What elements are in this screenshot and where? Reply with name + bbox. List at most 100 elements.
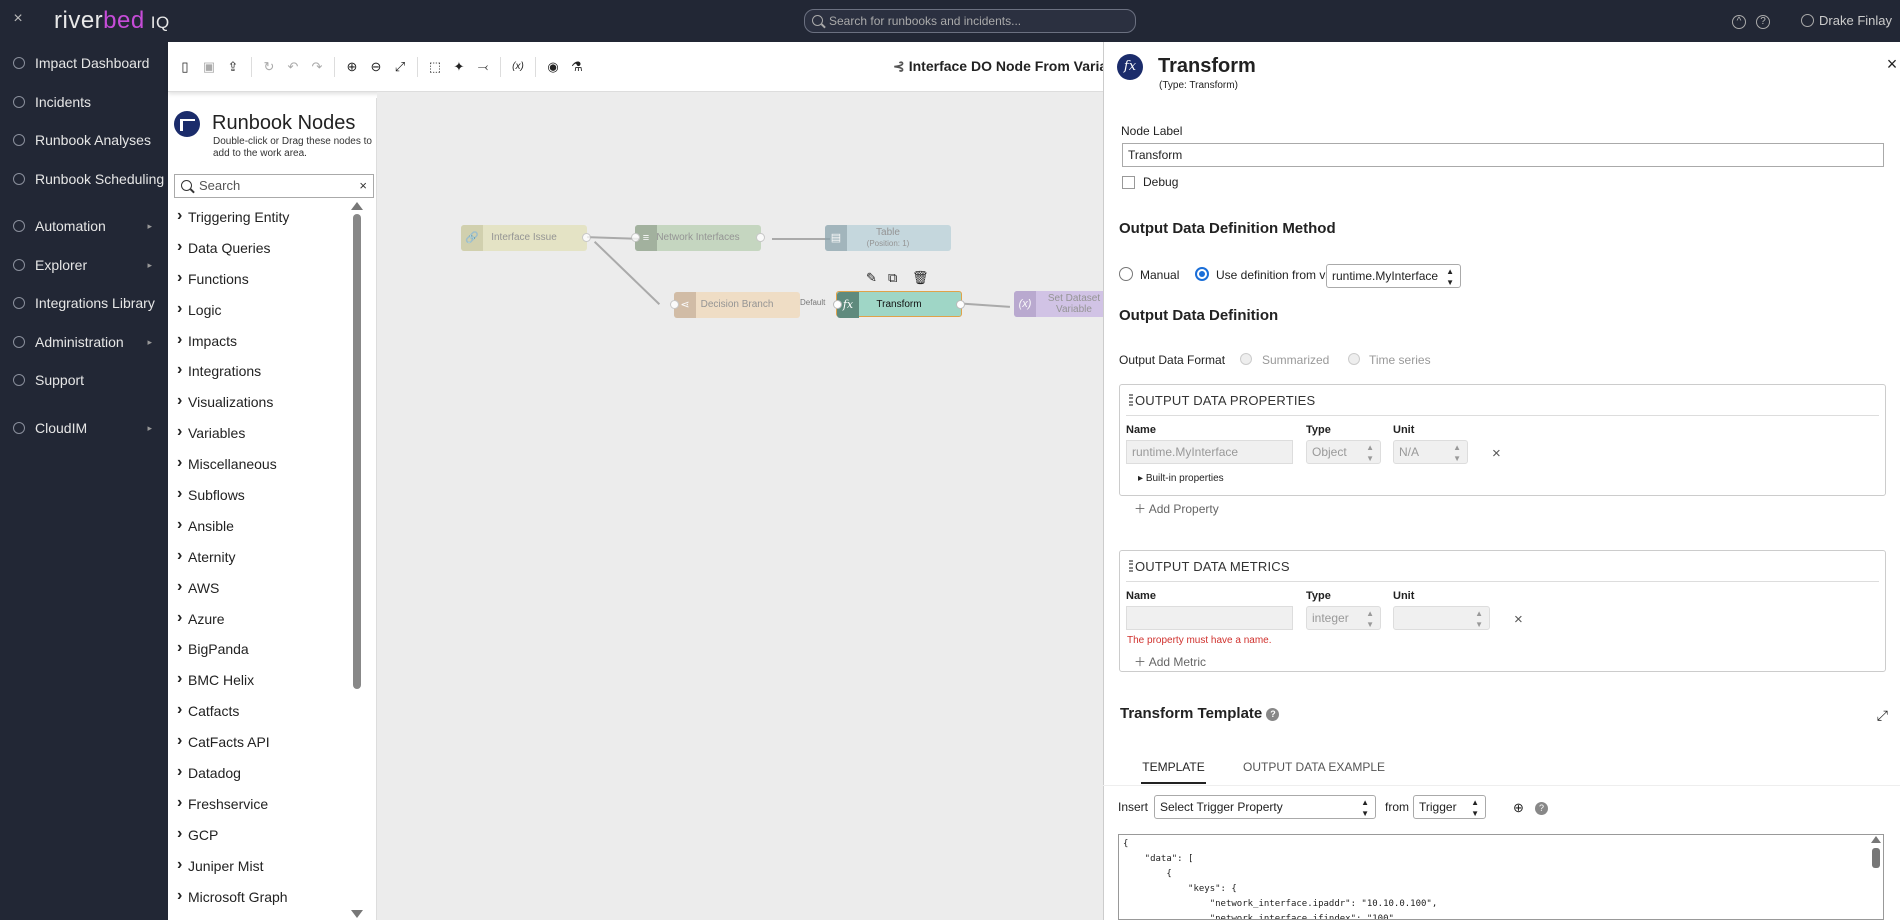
metric-unit-select[interactable]: ▲ ▼	[1393, 606, 1490, 630]
redo-icon[interactable]: ↷	[308, 58, 326, 76]
metric-name-input[interactable]	[1126, 606, 1293, 630]
tab-template[interactable]: TEMPLATE	[1141, 750, 1206, 784]
scroll-up-arrow-icon[interactable]	[1871, 836, 1881, 843]
drag-handle-icon[interactable]	[1129, 394, 1133, 406]
category-bigpanda[interactable]: BigPanda	[168, 633, 350, 665]
category-catfacts-api[interactable]: CatFacts API	[168, 726, 350, 758]
use-definition-radio[interactable]	[1195, 267, 1209, 281]
input-port[interactable]	[670, 300, 679, 309]
category-datadog[interactable]: Datadog	[168, 757, 350, 789]
category-data-queries[interactable]: Data Queries	[168, 232, 350, 264]
category-bmc-helix[interactable]: BMC Helix	[168, 664, 350, 696]
nav-runbook-analyses[interactable]: Runbook Analyses	[0, 121, 168, 160]
close-icon[interactable]: ×	[10, 11, 26, 27]
nav-automation[interactable]: Automation ▸	[0, 207, 168, 246]
nav-impact-dashboard[interactable]: Impact Dashboard	[0, 44, 168, 83]
builtin-properties-toggle[interactable]: ▸ Built-in properties	[1138, 473, 1224, 484]
nav-runbook-scheduling[interactable]: Runbook Scheduling	[0, 160, 168, 199]
help-icon[interactable]: ?	[1266, 708, 1280, 721]
category-aternity[interactable]: Aternity	[168, 541, 350, 573]
test-flask-icon[interactable]: ⚗	[568, 58, 586, 76]
category-subflows[interactable]: Subflows	[168, 479, 350, 511]
tab-output-data-example[interactable]: OUTPUT DATA EXAMPLE	[1243, 750, 1385, 784]
duplicate-node-icon[interactable]: ⧉	[888, 270, 897, 286]
new-file-icon[interactable]: ▯	[176, 58, 194, 76]
add-metric-button[interactable]: ＋ Add Metric	[1134, 653, 1206, 670]
help-icon[interactable]: ?	[1535, 802, 1548, 815]
category-microsoft-graph[interactable]: Microsoft Graph	[168, 881, 350, 913]
clear-search-icon[interactable]: ×	[359, 175, 367, 197]
output-port[interactable]	[956, 300, 965, 309]
category-miscellaneous[interactable]: Miscellaneous	[168, 448, 350, 480]
scroll-thumb[interactable]	[1872, 848, 1880, 868]
category-ansible[interactable]: Ansible	[168, 510, 350, 542]
zoom-out-icon[interactable]: ⊖	[367, 58, 385, 76]
summarized-radio[interactable]	[1240, 353, 1252, 365]
node-interface-issue[interactable]: 🔗 Interface Issue	[461, 225, 591, 251]
help-icon[interactable]: ?	[1756, 15, 1770, 29]
node-label-input[interactable]: Transform	[1122, 143, 1884, 167]
nav-incidents[interactable]: Incidents	[0, 83, 168, 122]
add-property-button[interactable]: ＋ Add Property	[1134, 500, 1219, 517]
fit-screen-icon[interactable]: ⤢	[391, 58, 409, 76]
runbook-canvas[interactable]: 🔗 Interface Issue ≡ Network Interfaces ▤ T…	[377, 92, 1114, 920]
delete-node-icon[interactable]: 🗑	[912, 270, 929, 286]
property-type-select[interactable]: Object ▲ ▼	[1306, 440, 1381, 464]
remove-property-icon[interactable]: ×	[1492, 445, 1501, 462]
nav-administration[interactable]: Administration ▸	[0, 323, 168, 362]
global-search-input[interactable]: Search for runbooks and incidents...	[804, 9, 1136, 33]
graduation-cap-icon[interactable]: ^	[1732, 15, 1746, 29]
category-catfacts[interactable]: Catfacts	[168, 695, 350, 727]
property-unit-select[interactable]: N/A ▲ ▼	[1393, 440, 1468, 464]
category-azure[interactable]: Azure	[168, 603, 350, 635]
template-code-editor[interactable]: { "data": [ { "keys": { "network_interfa…	[1118, 834, 1884, 920]
scroll-down-arrow-icon[interactable]	[351, 910, 363, 918]
zoom-in-icon[interactable]: ⊕	[343, 58, 361, 76]
node-network-interfaces[interactable]: ≡ Network Interfaces	[631, 225, 765, 251]
nav-integrations-library[interactable]: Integrations Library	[0, 284, 168, 323]
remove-metric-icon[interactable]: ×	[1514, 611, 1523, 628]
category-integrations[interactable]: Integrations	[168, 355, 350, 387]
refresh-icon[interactable]: ↻	[260, 58, 278, 76]
drag-handle-icon[interactable]	[1129, 560, 1133, 572]
save-icon[interactable]: ▣	[200, 58, 218, 76]
definition-variable-select[interactable]: runtime.MyInterface ▲ ▼	[1326, 264, 1461, 288]
riverbed-logo[interactable]: riverbed IQ	[54, 7, 170, 35]
undo-icon[interactable]: ↶	[284, 58, 302, 76]
connect-icon[interactable]: ⤙	[474, 58, 492, 76]
debug-checkbox[interactable]	[1122, 176, 1135, 189]
node-table[interactable]: ▤ Table (Position: 1)	[825, 225, 951, 251]
scroll-up-arrow-icon[interactable]	[351, 202, 363, 210]
category-variables[interactable]: Variables	[168, 417, 350, 449]
manual-radio[interactable]	[1119, 267, 1133, 281]
nav-cloudim[interactable]: CloudIM ▸	[0, 409, 168, 448]
add-circle-icon[interactable]: ⊕	[1513, 800, 1524, 816]
metric-type-select[interactable]: integer ▲ ▼	[1306, 606, 1381, 630]
output-port[interactable]	[582, 233, 591, 242]
auto-layout-icon[interactable]: ✦	[450, 58, 468, 76]
preview-eye-icon[interactable]: ◉	[544, 58, 562, 76]
edit-node-icon[interactable]: ✎	[866, 270, 877, 286]
scroll-thumb[interactable]	[353, 214, 361, 689]
expand-icon[interactable]: ⤢	[1877, 707, 1888, 724]
category-impacts[interactable]: Impacts	[168, 325, 350, 357]
category-juniper-mist[interactable]: Juniper Mist	[168, 850, 350, 882]
time-series-radio[interactable]	[1348, 353, 1360, 365]
category-freshservice[interactable]: Freshservice	[168, 788, 350, 820]
variables-icon[interactable]: (x)	[509, 58, 527, 76]
nav-explorer[interactable]: Explorer ▸	[0, 246, 168, 285]
export-icon[interactable]: ⇪	[224, 58, 242, 76]
category-triggering-entity[interactable]: Triggering Entity	[168, 201, 350, 233]
node-transform[interactable]: fx Transform	[833, 291, 965, 318]
code-scrollbar[interactable]	[1870, 836, 1882, 919]
node-set-dataset-variable[interactable]: (x) Set Dataset Variable	[1014, 291, 1114, 317]
from-source-select[interactable]: Trigger ▲ ▼	[1413, 795, 1486, 819]
nodes-search-input[interactable]: Search ×	[174, 174, 374, 198]
category-gcp[interactable]: GCP	[168, 819, 350, 851]
category-functions[interactable]: Functions	[168, 263, 350, 295]
close-editor-icon[interactable]: ×	[1884, 55, 1900, 73]
insert-help-icon[interactable]: ?	[1535, 800, 1548, 815]
nav-support[interactable]: Support	[0, 361, 168, 400]
insert-property-select[interactable]: Select Trigger Property ▲ ▼	[1154, 795, 1376, 819]
select-area-icon[interactable]: ⬚	[426, 58, 444, 76]
